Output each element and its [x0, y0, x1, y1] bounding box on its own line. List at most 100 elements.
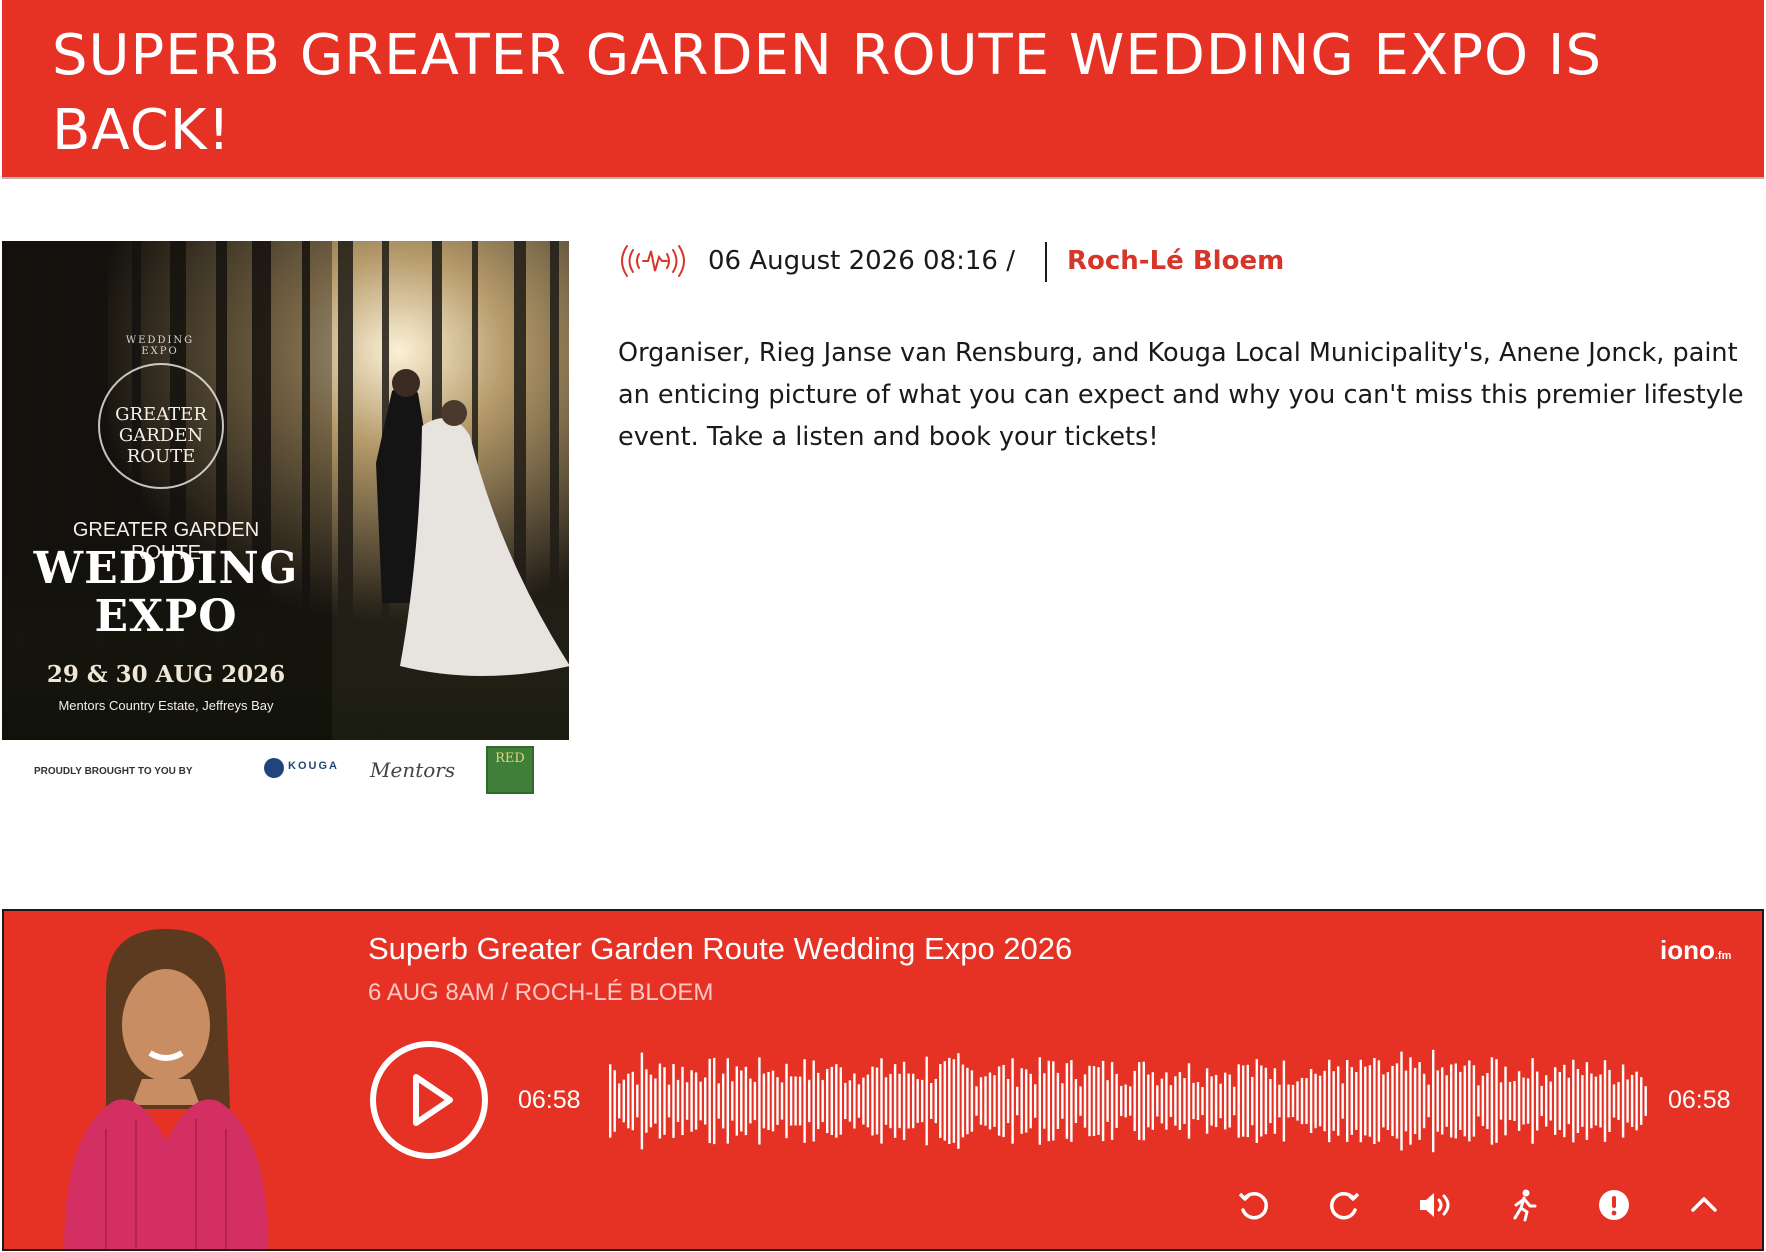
waveform-bar: [1083, 1074, 1087, 1128]
volume-icon: [1420, 1193, 1450, 1217]
waveform-bar: [631, 1071, 634, 1131]
waveform-bar: [957, 1053, 960, 1149]
waveform-bar: [699, 1081, 702, 1121]
rewind-button[interactable]: [1232, 1183, 1276, 1227]
waveform-bar: [704, 1077, 707, 1125]
waveform-bar: [1481, 1075, 1485, 1126]
waveform-bar: [993, 1075, 996, 1127]
waveform-bar: [884, 1077, 888, 1125]
waveform-bar: [857, 1084, 861, 1118]
waveform-bar: [912, 1073, 915, 1129]
waveform-bar: [636, 1084, 639, 1118]
waveform-bar: [744, 1066, 748, 1136]
waveform-bar: [1567, 1077, 1570, 1125]
waveform-bar: [1404, 1070, 1408, 1132]
iono-logo[interactable]: iono.fm: [1660, 935, 1731, 966]
play-icon: [413, 1074, 453, 1126]
waveform-bar: [1563, 1064, 1566, 1138]
waveform-bar: [1621, 1064, 1625, 1138]
volume-button[interactable]: [1412, 1183, 1456, 1227]
waveform-bar: [1233, 1086, 1236, 1116]
waveform-bar: [844, 1082, 847, 1120]
waveform-bar: [997, 1066, 1001, 1136]
waveform-bar: [1133, 1070, 1136, 1132]
waveform-bar: [672, 1064, 675, 1138]
waveform-bar: [893, 1064, 897, 1138]
waveform-bar: [663, 1067, 666, 1135]
waveform-bar: [1237, 1064, 1240, 1138]
waveform-scrubber[interactable]: [609, 1049, 1649, 1153]
waveform-bar: [1160, 1078, 1164, 1124]
poster-dates: 29 & 30 AUG 2026: [46, 661, 286, 688]
waveform-bar: [1115, 1073, 1118, 1128]
waveform-bar: [1572, 1059, 1575, 1143]
waveform-bar: [1517, 1071, 1521, 1131]
waveform-bar: [713, 1057, 716, 1145]
waveform-bar: [1269, 1079, 1272, 1124]
waveform-bar: [1291, 1084, 1295, 1117]
waveform-bar: [1129, 1086, 1132, 1116]
red-logo: RED: [486, 746, 534, 794]
waveform-bar: [1178, 1072, 1182, 1130]
waveform-bar: [613, 1070, 616, 1132]
poster-venue: Mentors Country Estate, Jeffreys Bay: [58, 698, 274, 713]
waveform-bar: [821, 1079, 824, 1123]
waveform-bar: [789, 1076, 793, 1126]
waveform-bar: [1432, 1049, 1435, 1153]
author-link[interactable]: Roch-Lé Bloem: [1067, 246, 1284, 276]
waveform-bar: [618, 1083, 621, 1119]
waveform-bar: [803, 1059, 806, 1143]
waveform-bar: [1635, 1071, 1638, 1131]
waveform-bar: [1450, 1064, 1453, 1138]
waveform-bar: [1522, 1077, 1525, 1125]
waveform-bar: [1413, 1067, 1417, 1134]
waveform-bar: [776, 1077, 779, 1125]
waveform-bar: [1174, 1076, 1177, 1126]
waveform-bar: [1165, 1072, 1168, 1130]
waveform-bar: [1278, 1084, 1281, 1118]
waveform-bar: [1495, 1059, 1498, 1143]
expand-button[interactable]: [1682, 1183, 1726, 1227]
waveform-bar: [1002, 1064, 1005, 1138]
forward-icon: [1330, 1191, 1360, 1220]
waveform-bar: [1092, 1066, 1096, 1136]
waveform-bar: [1486, 1073, 1489, 1129]
waveform-bar: [676, 1079, 680, 1122]
waveform-bar: [1328, 1059, 1331, 1143]
waveform-bar: [798, 1076, 802, 1126]
waveform-bar: [1368, 1065, 1372, 1137]
waveform-bar: [939, 1064, 942, 1138]
waveform-bar: [966, 1067, 969, 1135]
waveform-bar: [622, 1079, 625, 1123]
waveform-bar: [1011, 1058, 1014, 1144]
forward-button[interactable]: [1322, 1183, 1366, 1227]
waveform-bar: [1337, 1066, 1340, 1136]
expo-logo-text: GREATER GARDEN ROUTE: [115, 404, 207, 467]
waveform-bar: [1110, 1062, 1114, 1140]
waveform-bar: [1364, 1066, 1367, 1136]
accessibility-button[interactable]: [1502, 1183, 1546, 1227]
waveform-bar: [1029, 1073, 1032, 1129]
article-title: SUPERB GREATER GARDEN ROUTE WEDDING EXPO…: [52, 23, 1602, 163]
waveform-bar: [952, 1059, 956, 1143]
mentors-logo: Mentors: [370, 758, 456, 782]
waveform-bar: [722, 1073, 725, 1129]
waveform-bar: [1409, 1057, 1412, 1145]
waveform-bar: [645, 1069, 648, 1133]
waveform-bar: [839, 1067, 842, 1135]
waveform-bar: [1445, 1075, 1448, 1127]
kouga-logo: KOUGA: [264, 756, 344, 786]
waveform-bar: [1549, 1081, 1552, 1121]
waveform-bar: [1255, 1059, 1258, 1143]
waveform-bar: [1531, 1058, 1534, 1144]
waveform-bar: [762, 1073, 766, 1129]
waveform-bar: [880, 1058, 883, 1144]
waveform-bar: [694, 1072, 698, 1130]
brand-name: iono: [1660, 935, 1715, 965]
info-button[interactable]: [1592, 1183, 1636, 1227]
waveform-bar: [902, 1061, 906, 1141]
waveform-bar: [1070, 1060, 1073, 1142]
waveform-bar: [1242, 1065, 1245, 1137]
waveform-bar: [1386, 1072, 1390, 1130]
play-button[interactable]: [370, 1041, 488, 1159]
